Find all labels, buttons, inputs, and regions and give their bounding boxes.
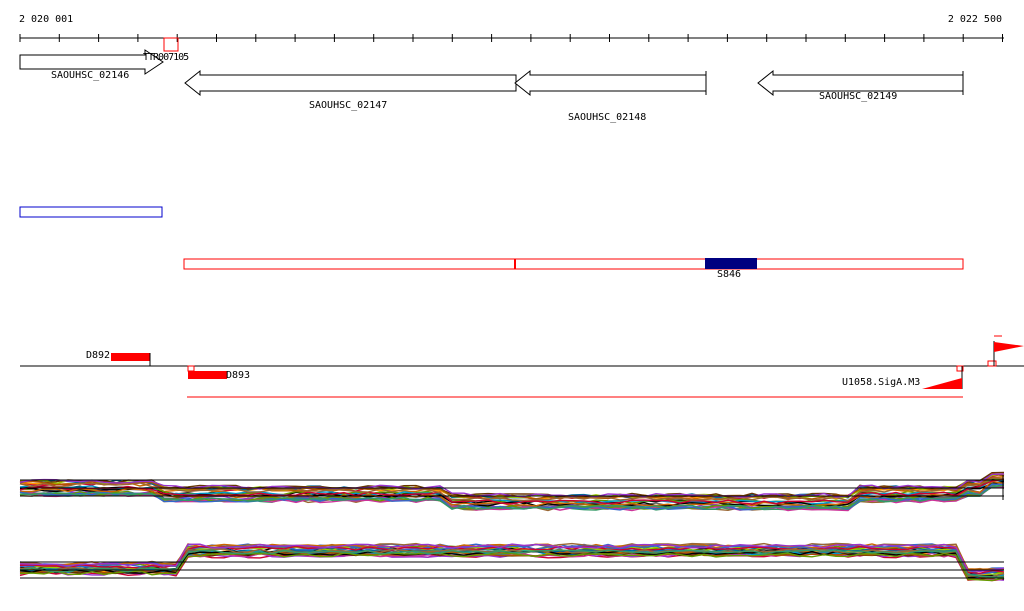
ruler-start-coordinate: 2 020 001	[19, 14, 74, 25]
blue-region-box[interactable]	[19, 206, 163, 218]
genome-browser-view: 2 020 001 2 022 500 TTR007105 SAOUHSC_02…	[0, 0, 1024, 611]
s-feature-block[interactable]	[705, 258, 757, 269]
d892-block[interactable]	[111, 353, 150, 361]
d892-label: D892	[86, 350, 111, 361]
gene-label[interactable]: SAOUHSC_02146	[51, 70, 129, 81]
d893-marker	[187, 365, 195, 372]
expression-profile-track-1	[19, 471, 1005, 512]
u1058-signal-wedge[interactable]	[922, 378, 962, 389]
right-end-marker	[987, 360, 997, 367]
small-feature-marker[interactable]	[163, 37, 179, 52]
right-end-wedge[interactable]	[994, 342, 1024, 352]
gene-label[interactable]: SAOUHSC_02149	[819, 91, 897, 102]
gene-track	[19, 37, 964, 97]
transcript-region-track	[183, 258, 964, 270]
ruler-end-coordinate: 2 022 500	[947, 14, 1002, 25]
expression-profile-track-2	[19, 542, 1005, 582]
gene-arrow-saouhsc-02147[interactable]	[184, 69, 517, 97]
d893-block[interactable]	[188, 371, 227, 379]
d893-label: D893	[226, 370, 251, 381]
u1058-label: U1058.SigA.M3	[842, 377, 921, 388]
gene-arrow-saouhsc-02148[interactable]	[514, 69, 707, 97]
s-feature-label: S846	[717, 269, 742, 280]
gene-label[interactable]: SAOUHSC_02148	[568, 112, 646, 123]
transcript-region-left[interactable]	[183, 258, 516, 270]
gene-label[interactable]: SAOUHSC_02147	[309, 100, 387, 111]
small-feature-label: TTR007105	[143, 52, 189, 63]
